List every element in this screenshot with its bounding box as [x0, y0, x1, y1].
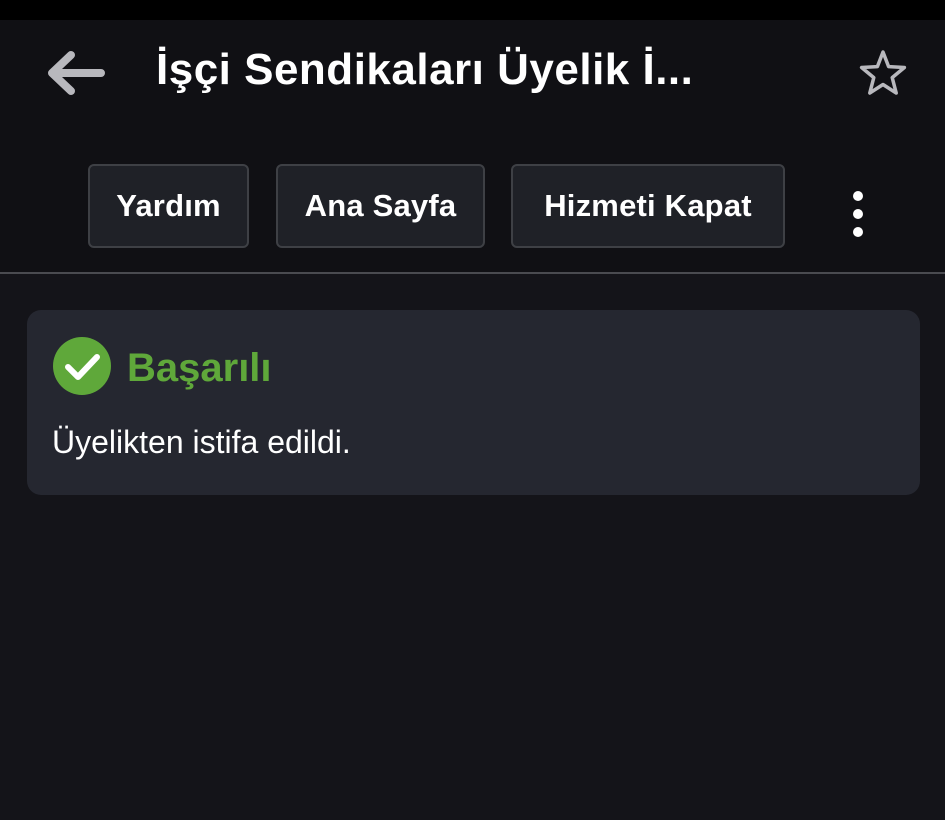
check-circle-icon: [53, 337, 111, 395]
more-vertical-icon-dot: [853, 227, 863, 237]
help-button[interactable]: Yardım: [88, 164, 249, 248]
more-vertical-icon: [853, 191, 863, 201]
alert-title: Başarılı: [127, 346, 272, 390]
home-button[interactable]: Ana Sayfa: [276, 164, 485, 248]
alert-message: Üyelikten istifa edildi.: [52, 424, 351, 460]
status-bar: [0, 0, 945, 20]
app-screen: İşçi Sendikaları Üyelik İ... Yardım Ana …: [0, 0, 945, 820]
success-alert: Başarılı Üyelikten istifa edildi.: [27, 310, 920, 495]
more-options-button[interactable]: [836, 182, 880, 246]
star-outline-icon: [859, 50, 907, 95]
header-divider: [0, 272, 945, 274]
arrow-left-icon: [48, 51, 105, 95]
close-service-button[interactable]: Hizmeti Kapat: [511, 164, 785, 248]
favorite-button[interactable]: [852, 42, 914, 104]
header-bar: İşçi Sendikaları Üyelik İ... Yardım Ana …: [0, 20, 945, 272]
more-vertical-icon-dot: [853, 209, 863, 219]
page-title: İşçi Sendikaları Üyelik İ...: [156, 45, 694, 94]
back-button[interactable]: [36, 42, 112, 104]
